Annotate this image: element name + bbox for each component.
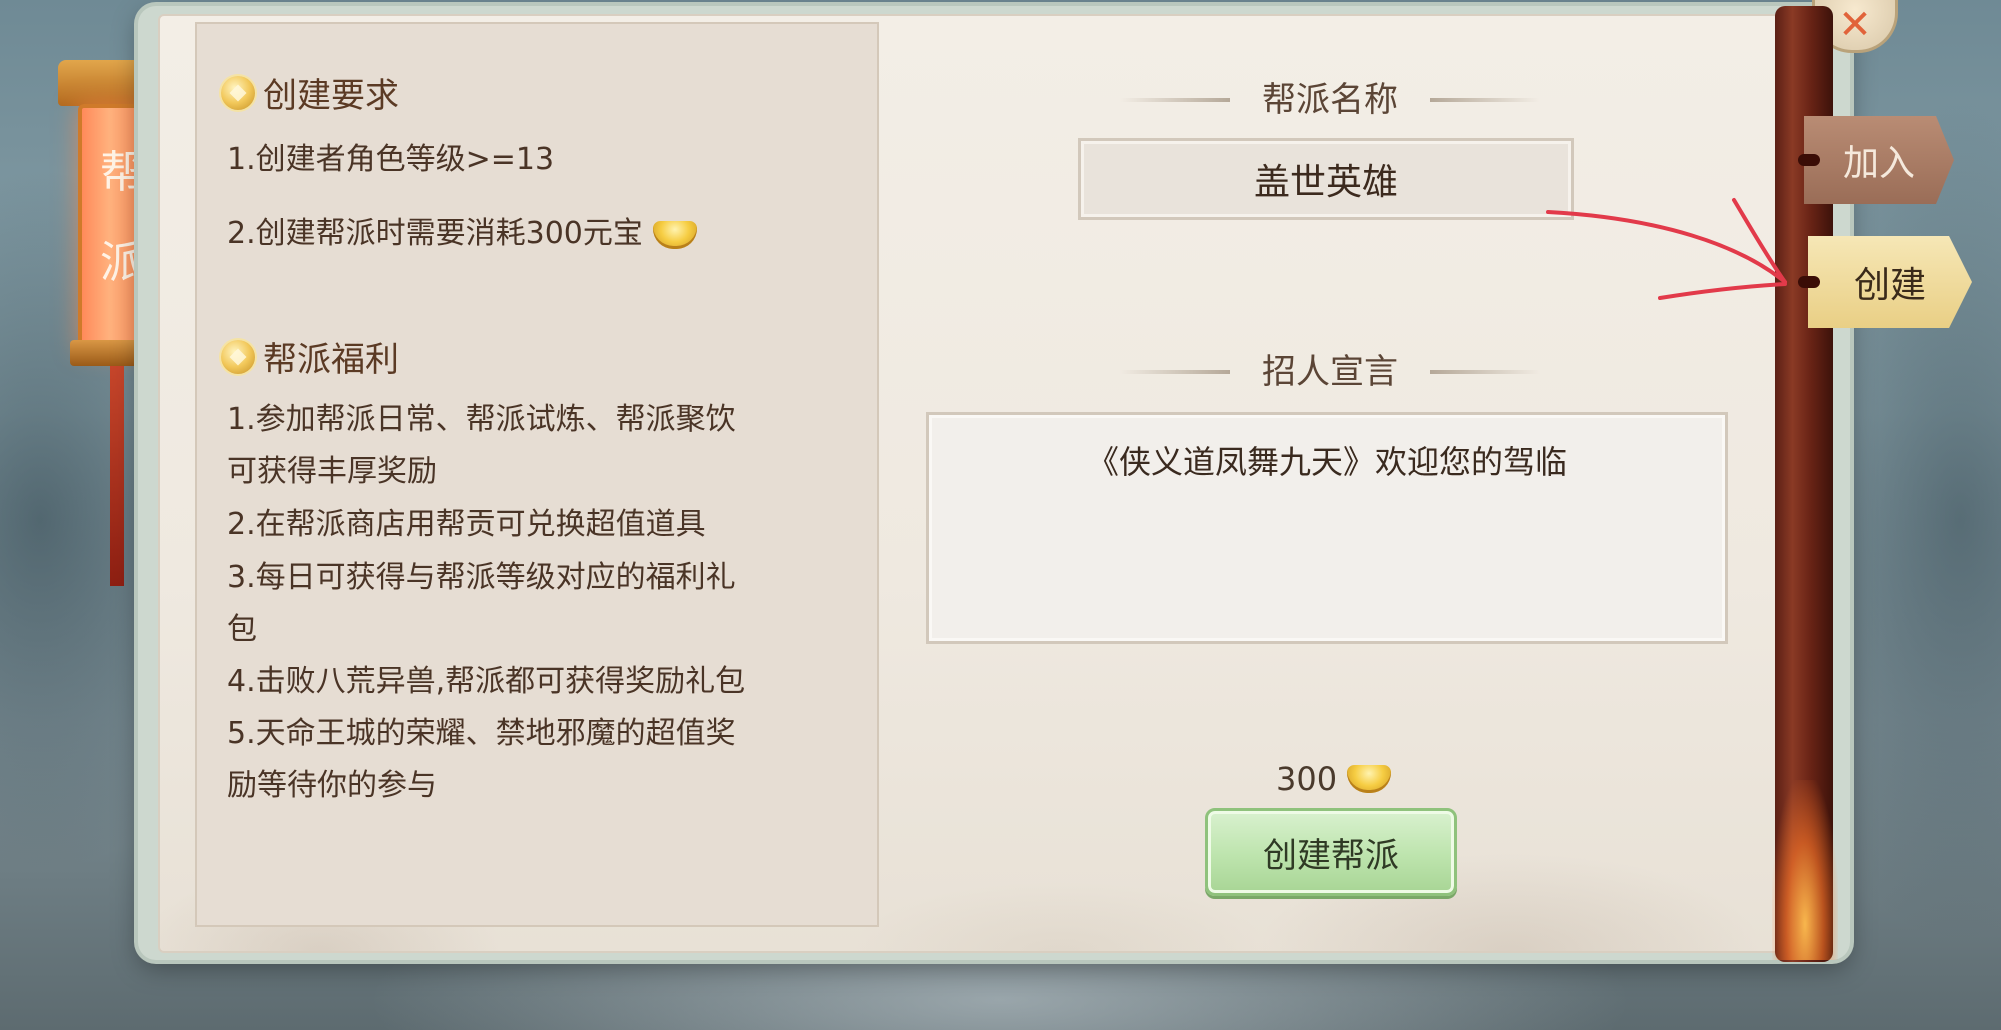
- annotation-arrow: [1546, 198, 1787, 300]
